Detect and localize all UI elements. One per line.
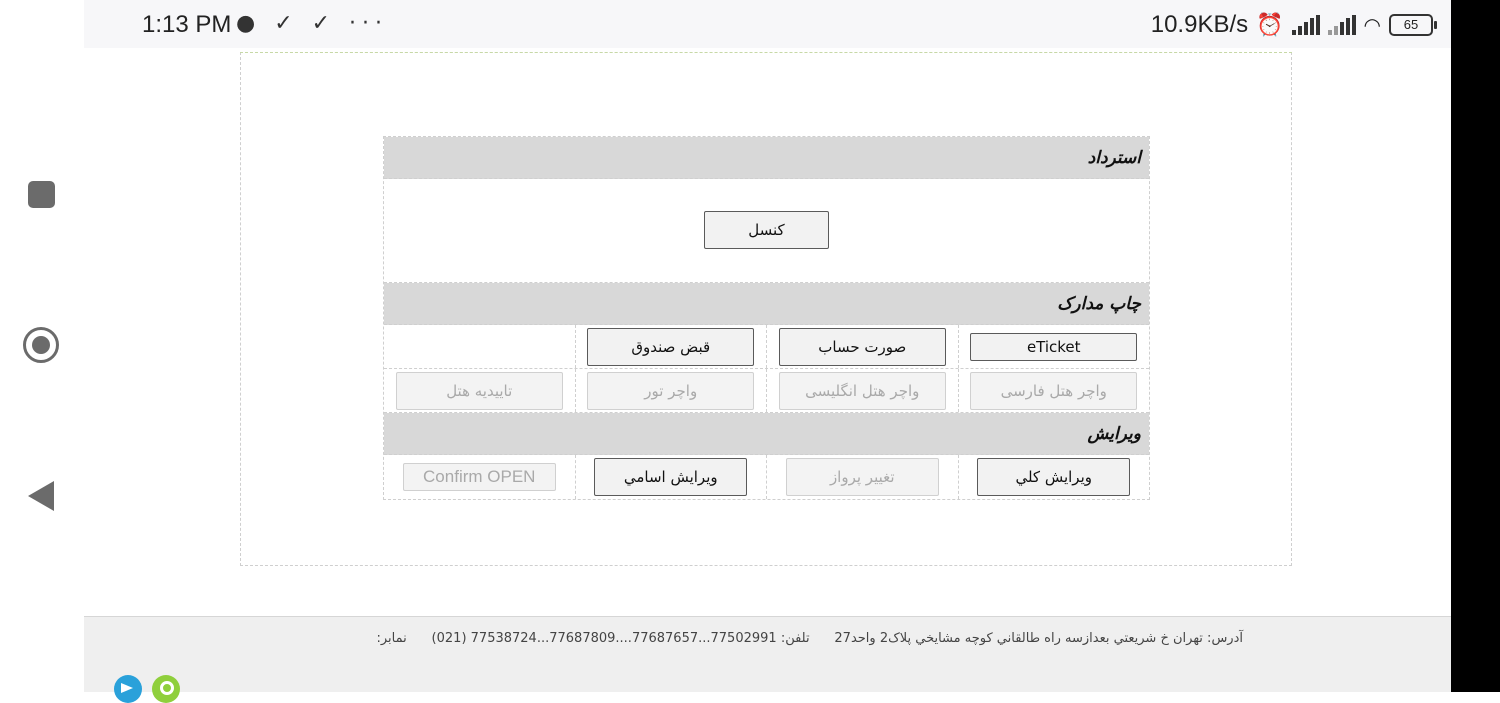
footer-contact: آدرس: تهران خ شريعتي بعدازسه راه طالقاني… [376,631,1243,646]
signal-icon-2 [1327,15,1356,35]
panel-top-border [240,52,1292,56]
edit-names-button[interactable]: ويرايش اسامي [594,458,748,496]
change-flight-button[interactable]: تغيير پرواز [785,458,939,496]
footer-fax: نمابر: [376,631,407,646]
battery-icon: 65 [1389,14,1437,36]
recents-square-icon[interactable] [28,181,55,208]
cell: واچر هتل فارسی [957,369,1150,412]
full-edit-button[interactable]: ویرایش کلي [977,458,1131,496]
footer: آدرس: تهران خ شريعتي بعدازسه راه طالقاني… [84,616,1451,703]
alarm-icon: ⏰ [1256,12,1284,37]
actions-table: استرداد کنسل چاپ مدارک eTicket صورت حساب… [383,136,1150,500]
hotel-confirmation-button[interactable]: تاییدیه هتل [395,371,563,410]
signal-icon [1291,15,1320,35]
wifi-icon: ◠ [1363,14,1381,37]
section-print-title: چاپ مدارک [384,283,1149,325]
telegram-icon[interactable] [114,675,142,703]
status-time: 1:13 PM [142,11,232,38]
cell: ویرایش کلي [957,455,1150,499]
confirm-open-button[interactable]: Confirm OPEN [402,463,556,491]
cancel-button[interactable]: کنسل [704,211,829,249]
section-edit-title: ویرایش [384,413,1149,455]
navigation-rail [0,0,84,692]
edit-row: ویرایش کلي تغيير پرواز ويرايش اسامي Conf… [384,455,1149,499]
footer-address: آدرس: تهران خ شريعتي بعدازسه راه طالقاني… [834,631,1243,646]
print-row-1: eTicket صورت حساب قبض صندوق [384,325,1149,369]
net-speed: 10.9KB/s [1150,11,1249,38]
screen-edge-bar [1451,0,1500,692]
location-icon[interactable] [152,675,180,703]
eticket-button[interactable]: eTicket [970,332,1138,361]
cell: تاییدیه هتل [384,369,575,412]
cell: واچر تور [574,369,767,412]
cell: واچر هتل انگلیسی [766,369,958,412]
hotel-voucher-fa-button[interactable]: واچر هتل فارسی [970,371,1138,410]
home-circle-icon[interactable] [23,327,59,363]
cell: تغيير پرواز [766,455,958,499]
invoice-button[interactable]: صورت حساب [778,327,946,366]
print-row-2: واچر هتل فارسی واچر هتل انگلیسی واچر تور… [384,369,1149,413]
cell: eTicket [957,325,1150,368]
cell: Confirm OPEN [384,455,575,499]
notification-icons: ● ✓ ✓ ··· [236,11,389,36]
status-bar: 1:13 PM ● ✓ ✓ ··· 10.9KB/s ⏰ ◠ 65 [84,0,1451,48]
cell: صورت حساب [766,325,958,368]
section-refund-title: استرداد [384,137,1149,179]
empty-cell [384,325,575,368]
refund-area: کنسل [384,179,1149,283]
back-triangle-icon[interactable] [28,481,54,511]
cash-receipt-button[interactable]: قبض صندوق [587,327,755,366]
cell: ويرايش اسامي [574,455,767,499]
cell: قبض صندوق [574,325,767,368]
footer-phone: تلفن: 77502991...77687657....77687809...… [431,631,810,646]
tour-voucher-button[interactable]: واچر تور [587,371,755,410]
hotel-voucher-en-button[interactable]: واچر هتل انگلیسی [778,371,946,410]
status-right: 10.9KB/s ⏰ ◠ 65 [1150,11,1437,39]
